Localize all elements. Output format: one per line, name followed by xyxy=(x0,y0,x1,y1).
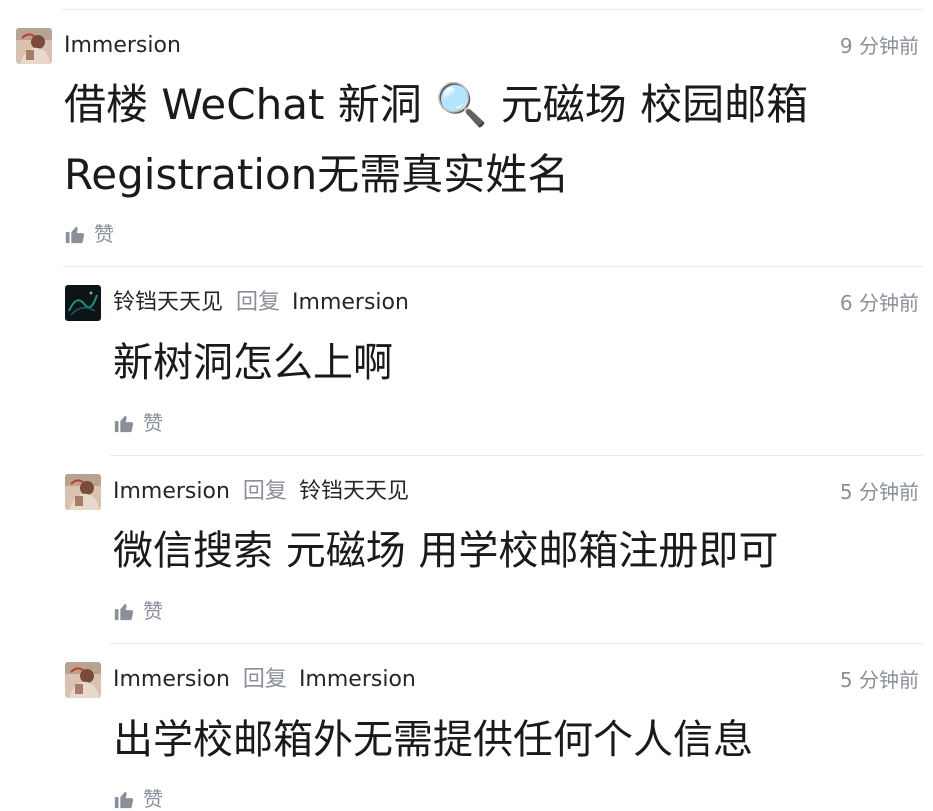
author-name[interactable]: Immersion xyxy=(113,478,230,506)
author-name[interactable]: Immersion xyxy=(64,32,181,60)
avatar[interactable] xyxy=(16,28,52,64)
comment-text-line-2: Registration无需真实姓名 xyxy=(64,150,570,199)
thumbs-up-icon xyxy=(114,603,134,621)
thumbs-up-icon xyxy=(114,791,134,809)
divider xyxy=(62,266,923,267)
comment-header: Immersion xyxy=(64,32,181,60)
reply-word: 回复 xyxy=(242,667,287,692)
like-button[interactable]: 赞 xyxy=(113,786,163,811)
reply-to-name[interactable]: 铃铛天天见 xyxy=(299,478,409,506)
reply-word: 回复 xyxy=(236,290,281,315)
reply-text: 微信搜索 元磁场 用学校邮箱注册即可 xyxy=(113,528,779,574)
like-label: 赞 xyxy=(143,411,163,435)
like-button[interactable]: 赞 xyxy=(64,221,114,247)
avatar[interactable] xyxy=(65,474,101,510)
divider xyxy=(110,643,923,644)
thumbs-up-icon xyxy=(65,226,85,244)
person-photo-avatar-icon xyxy=(65,474,101,510)
reply-header: 铃铛天天见 回复 Immersion xyxy=(113,289,409,317)
timestamp: 6 分钟前 xyxy=(839,291,919,315)
comment-text-line-1: 借楼 WeChat 新洞 🔍 元磁场 校园邮箱 xyxy=(64,80,809,129)
reply-text: 新树洞怎么上啊 xyxy=(113,340,393,386)
dark-abstract-avatar-icon xyxy=(65,285,101,321)
reply-to-name[interactable]: Immersion xyxy=(299,666,416,694)
timestamp: 9 分钟前 xyxy=(839,34,919,58)
comment-thread: Immersion 9 分钟前 借楼 WeChat 新洞 🔍 元磁场 校园邮箱 … xyxy=(0,0,933,811)
author-name[interactable]: 铃铛天天见 xyxy=(113,289,223,317)
author-name[interactable]: Immersion xyxy=(113,666,230,694)
reply-word: 回复 xyxy=(242,479,287,504)
divider xyxy=(110,455,923,456)
timestamp: 5 分钟前 xyxy=(839,668,919,692)
person-photo-avatar-icon xyxy=(65,662,101,698)
divider xyxy=(62,9,923,10)
like-label: 赞 xyxy=(143,787,163,811)
reply-header: Immersion 回复 铃铛天天见 xyxy=(113,478,409,506)
thumbs-up-icon xyxy=(114,415,134,433)
person-photo-avatar-icon xyxy=(16,28,52,64)
reply-header: Immersion 回复 Immersion xyxy=(113,666,416,694)
like-button[interactable]: 赞 xyxy=(113,598,163,624)
reply-text: 出学校邮箱外无需提供任何个人信息 xyxy=(113,717,753,763)
timestamp: 5 分钟前 xyxy=(839,480,919,504)
avatar[interactable] xyxy=(65,285,101,321)
avatar[interactable] xyxy=(65,662,101,698)
like-button[interactable]: 赞 xyxy=(113,410,163,436)
like-label: 赞 xyxy=(143,599,163,623)
like-label: 赞 xyxy=(94,222,114,246)
reply-to-name[interactable]: Immersion xyxy=(292,289,409,317)
